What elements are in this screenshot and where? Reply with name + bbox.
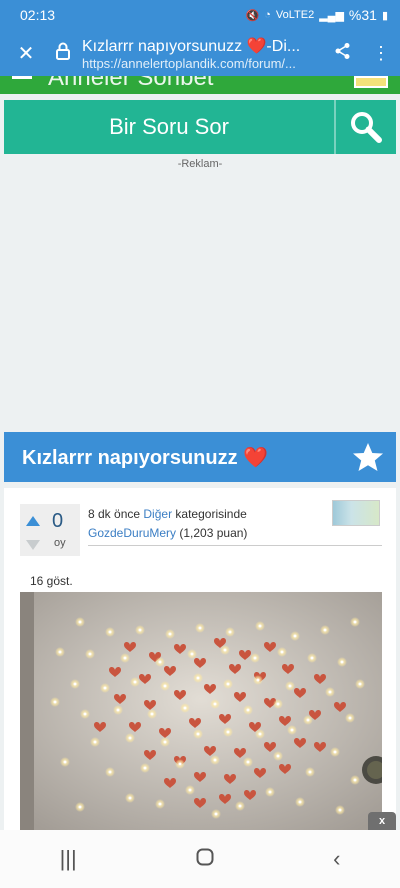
back-icon[interactable]: ‹ [333,846,340,872]
vote-count: 0 [52,510,64,532]
share-icon[interactable] [324,42,362,65]
ad-close-button[interactable]: x [368,812,396,830]
site-brand[interactable]: Anneler Sohbet [48,76,213,92]
question-header: Kızlarrr napıyorsunuzz ❤️ [4,432,396,482]
more-vert-icon[interactable]: ⋮ [362,43,400,64]
time-ago: 8 dk önce [88,507,141,521]
status-icons: 🔇 ◔ VoLTE2 ▂▄▆ %31 ▮ [246,7,389,23]
home-icon[interactable] [196,846,214,872]
downvote-arrow-icon[interactable] [26,540,40,550]
category-suffix: kategorisinde [175,507,247,521]
ad-label: -Reklam- [177,158,223,170]
ask-question-bar: Bir Soru Sor [4,100,396,154]
site-logo[interactable] [354,76,388,88]
browser-toolbar: ✕ Kızlarrr napıyorsunuzz ❤️-Di... https:… [0,30,400,76]
title-url-area[interactable]: Kızlarrr napıyorsunuzz ❤️-Di... https://… [74,36,324,71]
site-header: Anneler Sohbet [0,76,400,94]
upvote-arrow-icon[interactable] [26,516,40,526]
hamburger-menu-icon[interactable] [12,76,32,79]
signal-icon: ▂▄▆ [319,9,344,22]
wifi-icon: ◔ [264,9,271,21]
recent-apps-icon[interactable]: ||| [60,846,77,872]
user-link[interactable]: GozdeDuruMery [88,526,176,540]
favorite-star-icon[interactable] [340,442,396,472]
vote-box: 0 oy [20,504,80,556]
view-count: 16 göst. [30,574,73,588]
close-icon[interactable]: ✕ [0,41,52,66]
question-photo[interactable] [20,592,382,830]
system-nav-bar: ||| ‹ [0,830,400,888]
vote-unit: oy [54,537,66,549]
meta-line-2: GozdeDuruMery (1,203 puan) [88,524,382,546]
status-bar: 02:13 🔇 ◔ VoLTE2 ▂▄▆ %31 ▮ [0,0,400,30]
search-icon[interactable] [334,100,396,154]
avatar[interactable] [332,500,380,526]
clock: 02:13 [20,7,56,23]
ask-question-button[interactable]: Bir Soru Sor [4,100,334,154]
question-card: 0 oy 8 dk önce Diğer kategorisinde Gozde… [4,488,396,830]
page-content: Bir Soru Sor -Reklam- Kızlarrr napıyorsu… [0,94,400,830]
lock-icon[interactable] [52,42,74,65]
question-title: Kızlarrr napıyorsunuzz ❤️ [22,446,269,469]
battery-icon: ▮ [381,9,388,22]
fairy-lights-hearts-image [20,592,382,830]
user-points: (1,203 puan) [179,526,248,540]
category-link[interactable]: Diğer [143,507,172,521]
mute-icon: 🔇 [245,9,260,22]
network-indicator: VoLTE2 [275,9,315,21]
page-title: Kızlarrr napıyorsunuzz ❤️-Di... [82,37,301,55]
battery-level: %31 [348,7,377,23]
page-url: https://annelertoplandik.com/forum/... [82,55,296,71]
